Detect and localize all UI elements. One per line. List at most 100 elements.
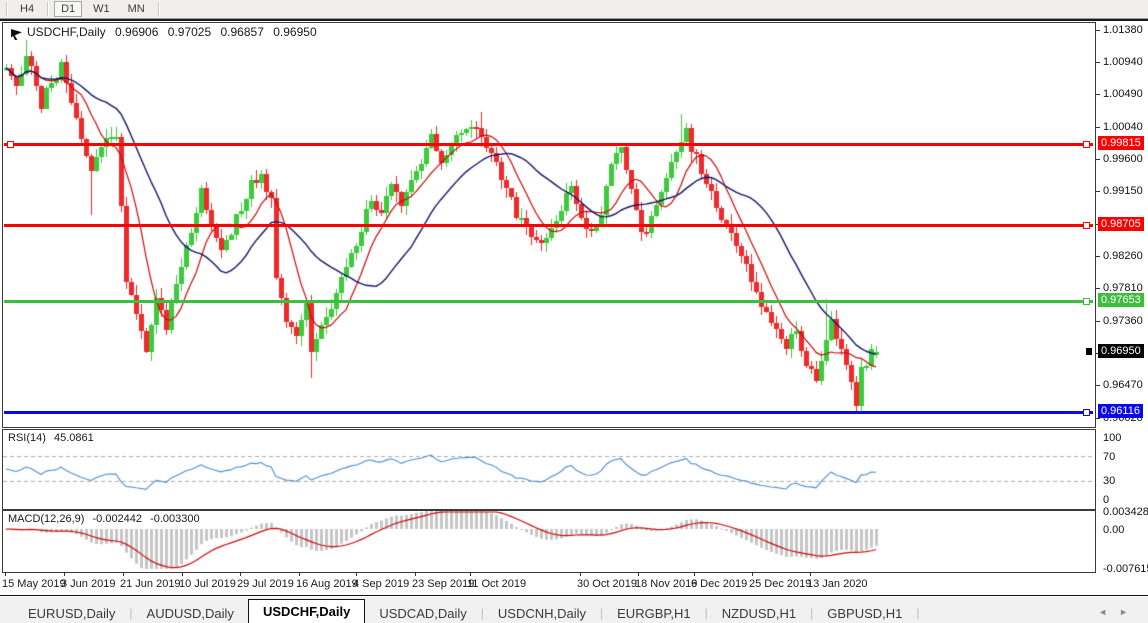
chart-tab-usdcnh[interactable]: USDCNH,Daily (484, 603, 600, 623)
rsi-scale-label: 100 (1103, 432, 1121, 444)
date-axis-label: 15 May 2019 (2, 578, 66, 590)
macd-scale-label: 0.00 (1103, 524, 1124, 536)
price-scale-tick (1096, 127, 1100, 128)
chart-tab-eurgbp[interactable]: EURGBP,H1 (603, 603, 704, 623)
chart-tab-nzdusd[interactable]: NZDUSD,H1 (708, 603, 810, 623)
main-chart-panel: USDCHF,Daily 0.96906 0.97025 0.96857 0.9… (2, 22, 1096, 428)
chart-tab-usdcad[interactable]: USDCAD,Daily (365, 603, 480, 623)
chart-tab-eurusd[interactable]: EURUSD,Daily (14, 603, 129, 623)
date-axis-tick (470, 572, 471, 576)
date-axis-label: 30 Oct 2019 (577, 578, 637, 590)
date-axis-tick (299, 572, 300, 576)
hline-handle[interactable] (1083, 409, 1090, 416)
current-price-mark (1086, 348, 1092, 355)
price-scale-label: 1.01380 (1103, 24, 1143, 36)
price-scale-tick (1096, 288, 1100, 289)
horizontal-level-line[interactable] (4, 143, 1093, 146)
timeframe-button-h4[interactable]: H4 (13, 1, 41, 17)
chart-tab-audusd[interactable]: AUDUSD,Daily (133, 603, 248, 623)
current-price-badge: 0.96950 (1098, 344, 1144, 358)
macd-label: MACD(12,26,9) -0.002442 -0.003300 (8, 513, 205, 525)
date-axis-tick (810, 572, 811, 576)
toolbar-divider (0, 19, 1148, 21)
price-scale-label: 0.99150 (1103, 185, 1143, 197)
level-price-badge: 0.97653 (1098, 293, 1144, 307)
date-axis-label: 11 Oct 2019 (467, 578, 526, 590)
rsi-name: RSI(14) (8, 432, 46, 444)
date-axis-label: 29 Jul 2019 (237, 578, 294, 590)
price-scale[interactable]: 1.013801.009401.004901.000400.996000.991… (1096, 22, 1148, 426)
price-scale-label: 1.00940 (1103, 56, 1143, 68)
price-scale-tick (1096, 321, 1100, 322)
ohlc-high: 0.97025 (168, 25, 211, 39)
chart-info-line: USDCHF,Daily 0.96906 0.97025 0.96857 0.9… (27, 25, 323, 39)
timeframe-button-d1[interactable]: D1 (54, 1, 82, 17)
price-scale-label: 0.99600 (1103, 153, 1143, 165)
toolbar-separator (47, 2, 48, 16)
tab-scroll-right-icon[interactable]: ► (1119, 607, 1140, 617)
date-axis-tick (638, 572, 639, 576)
horizontal-level-line[interactable] (4, 224, 1093, 227)
rsi-scale-label: 30 (1103, 475, 1115, 487)
macd-signal-value: -0.003300 (150, 513, 200, 525)
tab-scroll-left-icon[interactable]: ◄ (1098, 607, 1119, 617)
date-axis-label: 3 Jun 2019 (61, 578, 115, 590)
price-scale-label: 0.98260 (1103, 250, 1143, 262)
tab-separator: | (916, 603, 919, 623)
hline-handle[interactable] (1083, 141, 1090, 148)
date-axis-tick (580, 572, 581, 576)
rsi-scale[interactable]: 10070300 (1096, 429, 1148, 508)
date-axis-tick (123, 572, 124, 576)
rsi-label: RSI(14) 45.0861 (8, 432, 99, 444)
ohlc-low: 0.96857 (221, 25, 264, 39)
date-axis-label: 21 Jun 2019 (120, 578, 181, 590)
macd-scale[interactable]: 0.0034280.00-0.007615 (1096, 510, 1148, 571)
date-axis-tick (64, 572, 65, 576)
hline-handle[interactable] (1083, 298, 1090, 305)
date-axis-label: 25 Dec 2019 (749, 578, 811, 590)
rsi-value: 45.0861 (54, 432, 94, 444)
price-scale-tick (1096, 159, 1100, 160)
level-price-badge: 0.96116 (1098, 404, 1143, 418)
date-axis-label: 4 Sep 2019 (353, 578, 409, 590)
date-axis-label: 18 Nov 2019 (635, 578, 697, 590)
rsi-scale-label: 0 (1103, 494, 1109, 506)
chart-symbol-timeframe: USDCHF,Daily (27, 25, 106, 39)
trading-terminal-window: H4 D1W1MN USDCHF,Daily 0.96906 0.97025 0.… (0, 0, 1148, 623)
macd-main-value: -0.002442 (92, 513, 142, 525)
toolbar-separator (158, 2, 159, 16)
date-axis-label: 16 Aug 2019 (296, 578, 358, 590)
date-axis-label: 6 Dec 2019 (691, 578, 747, 590)
date-axis[interactable]: 15 May 20193 Jun 2019 21 Jun 201910 Jul 2… (0, 572, 1148, 594)
chart-tab-usdchf[interactable]: USDCHF,Daily (248, 599, 365, 623)
macd-indicator-panel: MACD(12,26,9) -0.002442 -0.003300 (2, 510, 1096, 573)
chart-tab-gbpusd[interactable]: GBPUSD,H1 (813, 603, 916, 623)
ohlc-open: 0.96906 (115, 25, 158, 39)
horizontal-level-line[interactable] (4, 300, 1093, 303)
date-axis-tick (752, 572, 753, 576)
hline-handle[interactable] (7, 141, 14, 148)
price-scale-tick (1096, 418, 1100, 419)
macd-name: MACD(12,26,9) (8, 513, 84, 525)
date-axis-label: 23 Sep 2019 (412, 578, 474, 590)
date-axis-tick (240, 572, 241, 576)
date-axis-tick (182, 572, 183, 576)
price-scale-tick (1096, 62, 1100, 63)
price-scale-label: 0.97360 (1103, 315, 1143, 327)
price-scale-tick (1096, 191, 1100, 192)
date-axis-tick (356, 572, 357, 576)
tab-scroll-arrows: ◄► (1098, 607, 1140, 617)
timeframe-button-w1[interactable]: W1 (86, 1, 117, 17)
price-scale-label: 0.96470 (1103, 379, 1143, 391)
date-axis-label: 10 Jul 2019 (179, 578, 236, 590)
rsi-chart-canvas[interactable] (3, 430, 1093, 507)
rsi-indicator-panel: RSI(14) 45.0861 (2, 429, 1096, 510)
hline-handle[interactable] (1083, 222, 1090, 229)
timeframe-button-mn[interactable]: MN (121, 1, 152, 17)
date-axis-tick (694, 572, 695, 576)
horizontal-level-line[interactable] (4, 411, 1093, 414)
timeframe-toolbar: H4 D1W1MN (0, 0, 1148, 19)
macd-scale-label: 0.003428 (1103, 506, 1148, 518)
date-axis-label: 13 Jan 2020 (807, 578, 868, 590)
level-price-badge: 0.99815 (1098, 136, 1144, 150)
